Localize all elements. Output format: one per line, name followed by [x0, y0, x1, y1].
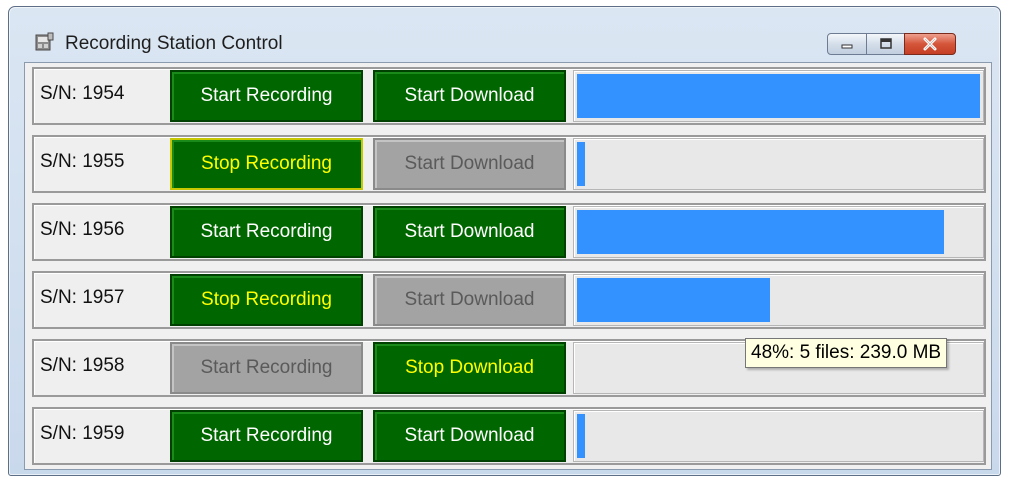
start-download-button: Start Download [373, 274, 566, 326]
progress-fill [577, 74, 980, 118]
start-download-button[interactable]: Start Download [373, 70, 566, 122]
start-download-button[interactable]: Start Download [373, 206, 566, 258]
close-button[interactable] [904, 33, 956, 55]
download-progress-bar [573, 138, 984, 190]
stop-download-button[interactable]: Stop Download [373, 342, 566, 394]
serial-number-label: S/N: 1954 [40, 83, 125, 104]
station-row: S/N: 1954 Start Recording Start Download [32, 67, 986, 125]
start-recording-button[interactable]: Start Recording [170, 206, 363, 258]
download-progress-bar [573, 70, 984, 122]
download-progress-bar [573, 410, 984, 462]
download-progress-bar [573, 274, 984, 326]
progress-tooltip: 48%: 5 files: 239.0 MB [745, 338, 948, 368]
stop-recording-button[interactable]: Stop Recording [170, 138, 363, 190]
serial-number-label: S/N: 1958 [40, 355, 125, 376]
station-row: S/N: 1956 Start Recording Start Download [32, 203, 986, 261]
station-row: S/N: 1955 Stop Recording Start Download [32, 135, 986, 193]
recorder-app-icon [35, 32, 54, 51]
progress-fill [577, 210, 944, 254]
serial-number-label: S/N: 1955 [40, 151, 125, 172]
progress-fill [577, 142, 585, 186]
minimize-icon [841, 44, 853, 49]
start-recording-button: Start Recording [170, 342, 363, 394]
window-title: Recording Station Control [65, 33, 283, 54]
maximize-icon [879, 38, 892, 49]
serial-number-label: S/N: 1959 [40, 423, 125, 444]
station-row: S/N: 1959 Start Recording Start Download [32, 407, 986, 465]
start-download-button: Start Download [373, 138, 566, 190]
maximize-button[interactable] [866, 33, 905, 55]
start-recording-button[interactable]: Start Recording [170, 70, 363, 122]
start-download-button[interactable]: Start Download [373, 410, 566, 462]
progress-fill [577, 414, 585, 458]
progress-fill [577, 278, 770, 322]
station-row: S/N: 1957 Stop Recording Start Download [32, 271, 986, 329]
start-recording-button[interactable]: Start Recording [170, 410, 363, 462]
station-list: S/N: 1954 Start Recording Start Download… [24, 62, 992, 470]
serial-number-label: S/N: 1956 [40, 219, 125, 240]
close-icon [923, 37, 937, 51]
download-progress-bar [573, 206, 984, 258]
stop-recording-button[interactable]: Stop Recording [170, 274, 363, 326]
title-bar[interactable]: Recording Station Control [9, 7, 1000, 61]
serial-number-label: S/N: 1957 [40, 287, 125, 308]
minimize-button[interactable] [827, 33, 867, 55]
recording-station-window: Recording Station Control S/N: 1954 Star… [8, 6, 1001, 476]
